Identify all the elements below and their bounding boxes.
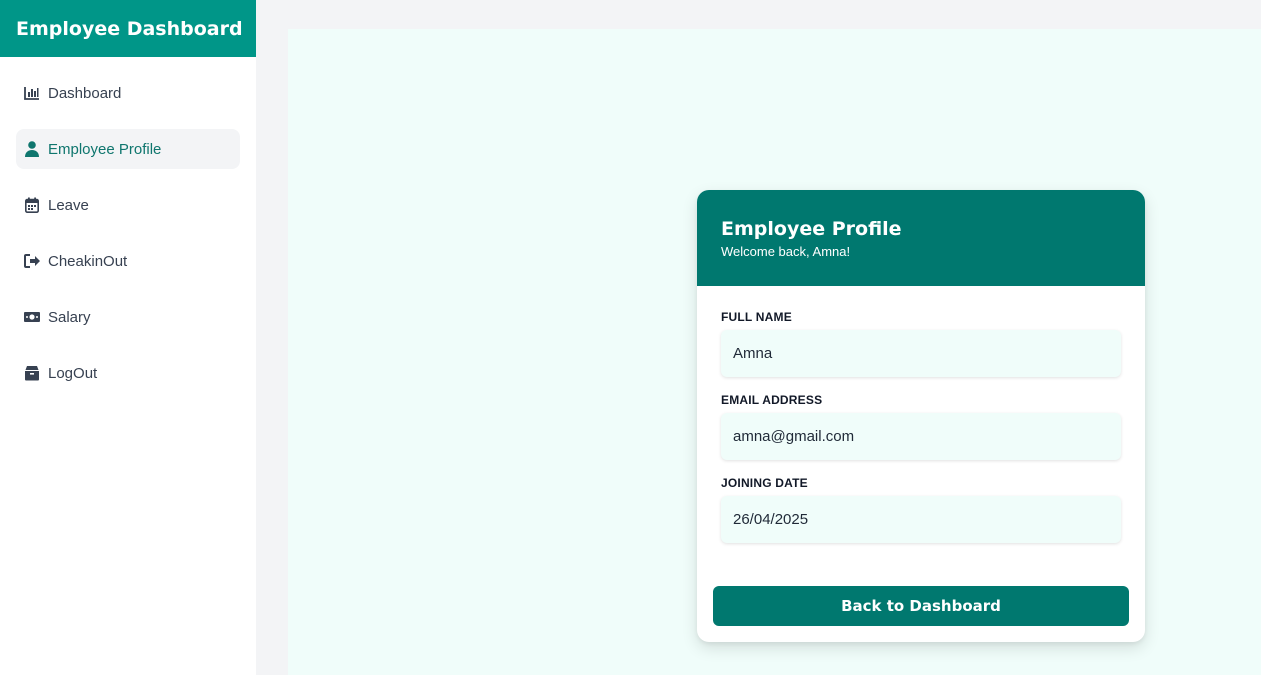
joining-date-label: JOINING DATE — [721, 476, 808, 490]
profile-fields: FULL NAME Amna EMAIL ADDRESS amna@gmail.… — [697, 286, 1145, 543]
sidebar-item-logout[interactable]: LogOut — [16, 353, 240, 393]
welcome-message: Welcome back, Amna! — [721, 244, 851, 259]
user-icon — [24, 141, 40, 157]
sidebar-item-leave[interactable]: Leave — [16, 185, 240, 225]
sidebar-item-label: Leave — [48, 196, 89, 214]
sidebar: Employee Dashboard Dashboard Employee Pr… — [0, 0, 256, 675]
money-bill-icon — [24, 309, 40, 325]
full-name-value: Amna — [721, 330, 1121, 377]
sidebar-item-dashboard[interactable]: Dashboard — [16, 73, 240, 113]
email-value: amna@gmail.com — [721, 413, 1121, 460]
calendar-icon — [24, 197, 40, 213]
profile-title: Employee Profile — [721, 218, 902, 240]
sign-out-icon — [24, 253, 40, 269]
box-icon — [24, 365, 40, 381]
sidebar-item-label: Salary — [48, 308, 91, 326]
app-title: Employee Dashboard — [0, 0, 256, 57]
profile-card: Employee Profile Welcome back, Amna! FUL… — [697, 190, 1145, 642]
back-to-dashboard-button[interactable]: Back to Dashboard — [713, 586, 1129, 626]
sidebar-item-salary[interactable]: Salary — [16, 297, 240, 337]
sidebar-item-cheakinout[interactable]: CheakinOut — [16, 241, 240, 281]
profile-card-header: Employee Profile Welcome back, Amna! — [697, 190, 1145, 286]
sidebar-item-label: CheakinOut — [48, 252, 128, 270]
bar-chart-icon — [24, 85, 40, 101]
sidebar-nav: Dashboard Employee Profile Leave Cheakin… — [0, 57, 256, 393]
sidebar-item-label: Dashboard — [48, 84, 122, 102]
sidebar-item-employee-profile[interactable]: Employee Profile — [16, 129, 240, 169]
email-label: EMAIL ADDRESS — [721, 393, 823, 407]
sidebar-item-label: LogOut — [48, 364, 98, 382]
sidebar-item-label: Employee Profile — [48, 140, 162, 158]
full-name-label: FULL NAME — [721, 310, 792, 324]
main-content: Employee Profile Welcome back, Amna! FUL… — [288, 29, 1261, 675]
joining-date-value: 26/04/2025 — [721, 496, 1121, 543]
